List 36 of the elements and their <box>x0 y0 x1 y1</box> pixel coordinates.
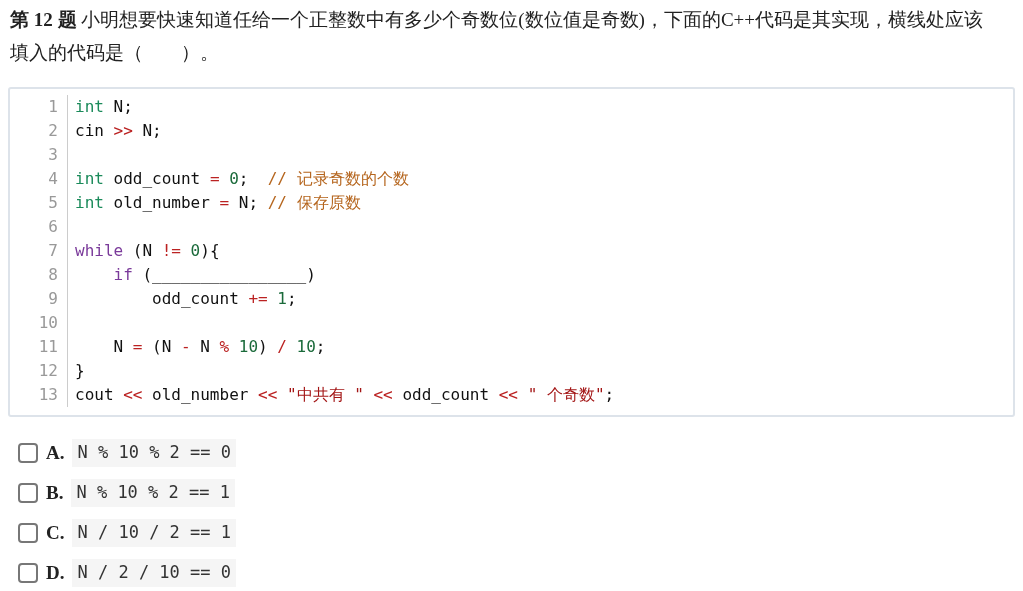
code-line: if (________________) <box>112 264 316 286</box>
checkbox[interactable] <box>18 523 38 543</box>
line-number: 1 <box>10 95 68 119</box>
option-letter: B. <box>46 480 64 505</box>
code-line: int N; <box>74 96 133 118</box>
checkbox[interactable] <box>18 443 38 463</box>
line-number: 4 <box>10 167 68 191</box>
line-number: 13 <box>10 383 68 407</box>
line-number: 8 <box>10 263 68 287</box>
option-letter: D. <box>46 560 65 585</box>
line-number: 3 <box>10 143 68 167</box>
line-number: 11 <box>10 335 68 359</box>
line-number: 9 <box>10 287 68 311</box>
line-number: 6 <box>10 215 68 239</box>
option-code: N / 2 / 10 == 0 <box>72 559 236 587</box>
option-letter: C. <box>46 520 65 545</box>
line-number: 2 <box>10 119 68 143</box>
checkbox[interactable] <box>18 483 38 503</box>
code-line: int odd_count = 0; // 记录奇数的个数 <box>74 168 409 190</box>
option-letter: A. <box>46 440 65 465</box>
option-code: N % 10 % 2 == 0 <box>72 439 236 467</box>
code-line: while (N != 0){ <box>74 240 220 262</box>
question-text: 第 12 题 小明想要快速知道任给一个正整数中有多少个奇数位(数位值是奇数)，下面的C++代码是其实现，横线处应该填入的代码是（ ）。 <box>10 8 983 65</box>
option-code: N / 10 / 2 == 1 <box>72 519 236 547</box>
option-code: N % 10 % 2 == 1 <box>71 479 235 507</box>
code-line: int old_number = N; // 保存原数 <box>74 192 361 214</box>
code-line: cout << old_number << "中共有 " << odd_count << " 个奇数"; <box>74 384 615 406</box>
code-line: N = (N - N % 10) / 10; <box>112 336 326 358</box>
line-number: 7 <box>10 239 68 263</box>
checkbox[interactable] <box>18 563 38 583</box>
code-line: odd_count += 1; <box>151 288 297 310</box>
line-number: 12 <box>10 359 68 383</box>
line-number: 5 <box>10 191 68 215</box>
code-line: } <box>74 360 85 382</box>
code-line: cin >> N; <box>74 120 162 142</box>
line-number: 10 <box>10 311 68 335</box>
